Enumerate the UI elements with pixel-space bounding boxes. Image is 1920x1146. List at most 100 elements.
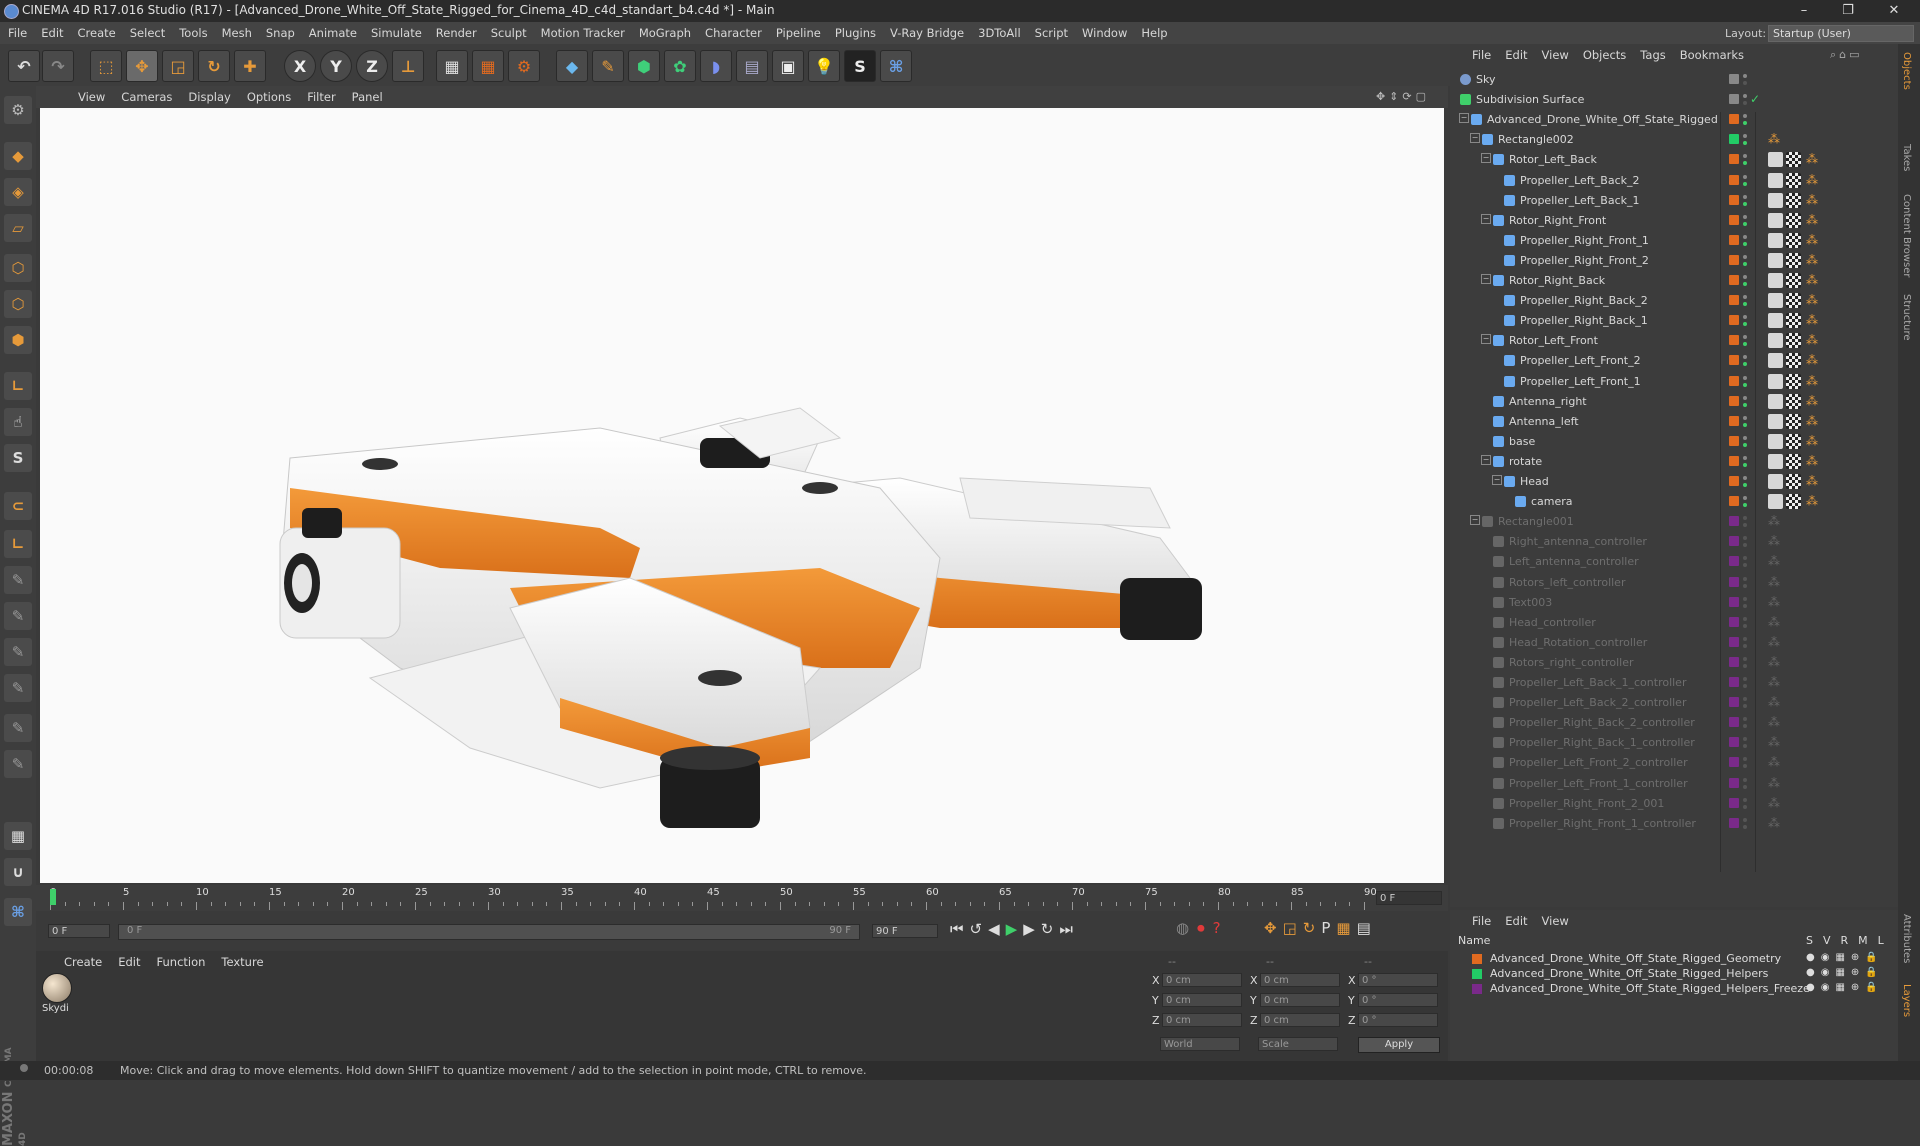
protection-tag-icon[interactable]: ⁂ xyxy=(1768,816,1778,831)
render-visibility-dot[interactable] xyxy=(1743,664,1747,668)
layer-color-swatch[interactable] xyxy=(1472,984,1482,994)
layer-color-swatch[interactable] xyxy=(1729,376,1739,386)
texture-tag-icon[interactable] xyxy=(1786,313,1801,328)
workplane-icon[interactable]: ▱ xyxy=(4,214,32,242)
ik-tag-icon[interactable]: ⁂ xyxy=(1806,333,1816,348)
editor-visibility-dot[interactable] xyxy=(1743,154,1747,158)
object-name[interactable]: camera xyxy=(1531,495,1573,508)
ik-tag-icon[interactable]: ⁂ xyxy=(1806,293,1816,308)
editor-visibility-dot[interactable] xyxy=(1743,737,1747,741)
deformer-icon[interactable]: ◗ xyxy=(700,50,732,82)
xpresso-tag-icon[interactable] xyxy=(1768,193,1783,208)
object-row[interactable]: Propeller_Left_Front_1_controller⁂ xyxy=(1450,774,1898,794)
viewport-navigation-icon[interactable]: ✥⇕⟳▢ xyxy=(1376,90,1430,103)
smooth-brush-icon[interactable]: ✎ xyxy=(4,602,32,630)
texture-tag-icon[interactable] xyxy=(1786,193,1801,208)
expand-toggle-icon[interactable]: − xyxy=(1492,475,1502,485)
object-menu-edit[interactable]: Edit xyxy=(1505,48,1527,62)
protection-tag-icon[interactable]: ⁂ xyxy=(1768,514,1778,529)
expand-toggle-icon[interactable]: − xyxy=(1481,455,1491,465)
object-name[interactable]: Propeller_Right_Back_1_controller xyxy=(1509,736,1695,749)
render-visibility-dot[interactable] xyxy=(1743,624,1747,628)
ik-tag-icon[interactable]: ⁂ xyxy=(1806,434,1816,449)
key-position-icon[interactable]: ✥ xyxy=(1264,919,1277,937)
editor-visibility-dot[interactable] xyxy=(1743,577,1747,581)
object-name[interactable]: Sky xyxy=(1476,73,1495,86)
object-name[interactable]: Right_antenna_controller xyxy=(1509,535,1647,548)
object-name[interactable]: Propeller_Left_Back_2_controller xyxy=(1509,696,1686,709)
object-row[interactable]: Propeller_Left_Back_1_controller⁂ xyxy=(1450,673,1898,693)
layer-color-swatch[interactable] xyxy=(1729,154,1739,164)
layer-color-swatch[interactable] xyxy=(1729,516,1739,526)
render-visibility-dot[interactable] xyxy=(1743,503,1747,507)
object-row[interactable]: −Rectangle001⁂ xyxy=(1450,512,1898,532)
menu-edit[interactable]: Edit xyxy=(41,26,63,40)
object-row[interactable]: Antenna_left⁂ xyxy=(1450,412,1898,432)
render-visibility-dot[interactable] xyxy=(1743,744,1747,748)
editor-visibility-dot[interactable] xyxy=(1743,536,1747,540)
texture-tag-icon[interactable] xyxy=(1786,374,1801,389)
tab-objects[interactable]: Objects xyxy=(1901,52,1912,90)
menu-pipeline[interactable]: Pipeline xyxy=(776,26,821,40)
object-name[interactable]: Rotors_right_controller xyxy=(1509,656,1634,669)
coord-size-field[interactable]: 0 cm xyxy=(1260,993,1340,1007)
object-row[interactable]: Propeller_Left_Front_1⁂ xyxy=(1450,372,1898,392)
texture-tag-icon[interactable] xyxy=(1786,273,1801,288)
object-name[interactable]: Propeller_Left_Back_1_controller xyxy=(1509,676,1686,689)
coordinate-system-icon[interactable]: ⊥ xyxy=(392,50,424,82)
layer-color-swatch[interactable] xyxy=(1729,697,1739,707)
editor-visibility-dot[interactable] xyxy=(1743,516,1747,520)
layer-color-swatch[interactable] xyxy=(1729,617,1739,627)
layer-color-swatch[interactable] xyxy=(1729,436,1739,446)
menu-motion-tracker[interactable]: Motion Tracker xyxy=(541,26,625,40)
make-editable-icon[interactable]: ⚙ xyxy=(4,96,32,124)
go-to-start-icon[interactable]: ⏮ xyxy=(950,920,964,938)
texture-tag-icon[interactable] xyxy=(1786,152,1801,167)
viewport-menu-view[interactable]: View xyxy=(78,90,105,104)
texture-tag-icon[interactable] xyxy=(1786,353,1801,368)
editor-visibility-dot[interactable] xyxy=(1743,295,1747,299)
object-manager-search-icon[interactable]: ⌕⌂▭ xyxy=(1830,48,1863,62)
layer-color-swatch[interactable] xyxy=(1729,275,1739,285)
scale-tool-icon[interactable]: ◲ xyxy=(162,50,194,82)
object-name[interactable]: Propeller_Right_Back_1 xyxy=(1520,314,1648,327)
editor-visibility-dot[interactable] xyxy=(1743,637,1747,641)
layer-color-swatch[interactable] xyxy=(1729,637,1739,647)
next-key-icon[interactable]: ↻ xyxy=(1041,920,1054,938)
editor-visibility-dot[interactable] xyxy=(1743,456,1747,460)
protection-tag-icon[interactable]: ⁂ xyxy=(1768,755,1778,770)
render-visibility-dot[interactable] xyxy=(1743,644,1747,648)
editor-visibility-dot[interactable] xyxy=(1743,476,1747,480)
camera-icon[interactable]: ▣ xyxy=(772,50,804,82)
record-icon[interactable]: ⏺ xyxy=(1197,919,1205,937)
pinch-brush-icon[interactable]: ✎ xyxy=(4,714,32,742)
range-end-field[interactable]: 90 F xyxy=(872,924,938,938)
xpresso-tag-icon[interactable] xyxy=(1768,273,1783,288)
render-visibility-dot[interactable] xyxy=(1743,121,1747,125)
minimize-button[interactable]: – xyxy=(1784,0,1824,22)
layer-color-swatch[interactable] xyxy=(1729,476,1739,486)
editor-visibility-dot[interactable] xyxy=(1743,496,1747,500)
material-menu-function[interactable]: Function xyxy=(157,955,206,969)
prev-frame-icon[interactable]: ◀ xyxy=(988,920,1000,938)
layer-color-swatch[interactable] xyxy=(1729,235,1739,245)
next-frame-icon[interactable]: ▶ xyxy=(1023,920,1035,938)
render-visibility-dot[interactable] xyxy=(1743,523,1747,527)
object-name[interactable]: Rotor_Left_Front xyxy=(1509,334,1598,347)
object-name[interactable]: Rotor_Right_Front xyxy=(1509,214,1606,227)
layer-color-swatch[interactable] xyxy=(1729,657,1739,667)
editor-visibility-dot[interactable] xyxy=(1743,376,1747,380)
texture-tag-icon[interactable] xyxy=(1786,474,1801,489)
object-name[interactable]: Head_controller xyxy=(1509,616,1596,629)
texture-tag-icon[interactable] xyxy=(1786,293,1801,308)
protection-tag-icon[interactable]: ⁂ xyxy=(1768,715,1778,730)
object-row[interactable]: Propeller_Left_Front_2_controller⁂ xyxy=(1450,753,1898,773)
editor-visibility-dot[interactable] xyxy=(1743,597,1747,601)
object-menu-bookmarks[interactable]: Bookmarks xyxy=(1680,48,1744,62)
render-visibility-dot[interactable] xyxy=(1743,785,1747,789)
texture-tag-icon[interactable] xyxy=(1786,333,1801,348)
render-visibility-dot[interactable] xyxy=(1743,563,1747,567)
object-row[interactable]: −Rotor_Right_Back⁂ xyxy=(1450,271,1898,291)
object-menu-view[interactable]: View xyxy=(1542,48,1569,62)
layer-name[interactable]: Advanced_Drone_White_Off_State_Rigged_Ge… xyxy=(1490,952,1781,965)
